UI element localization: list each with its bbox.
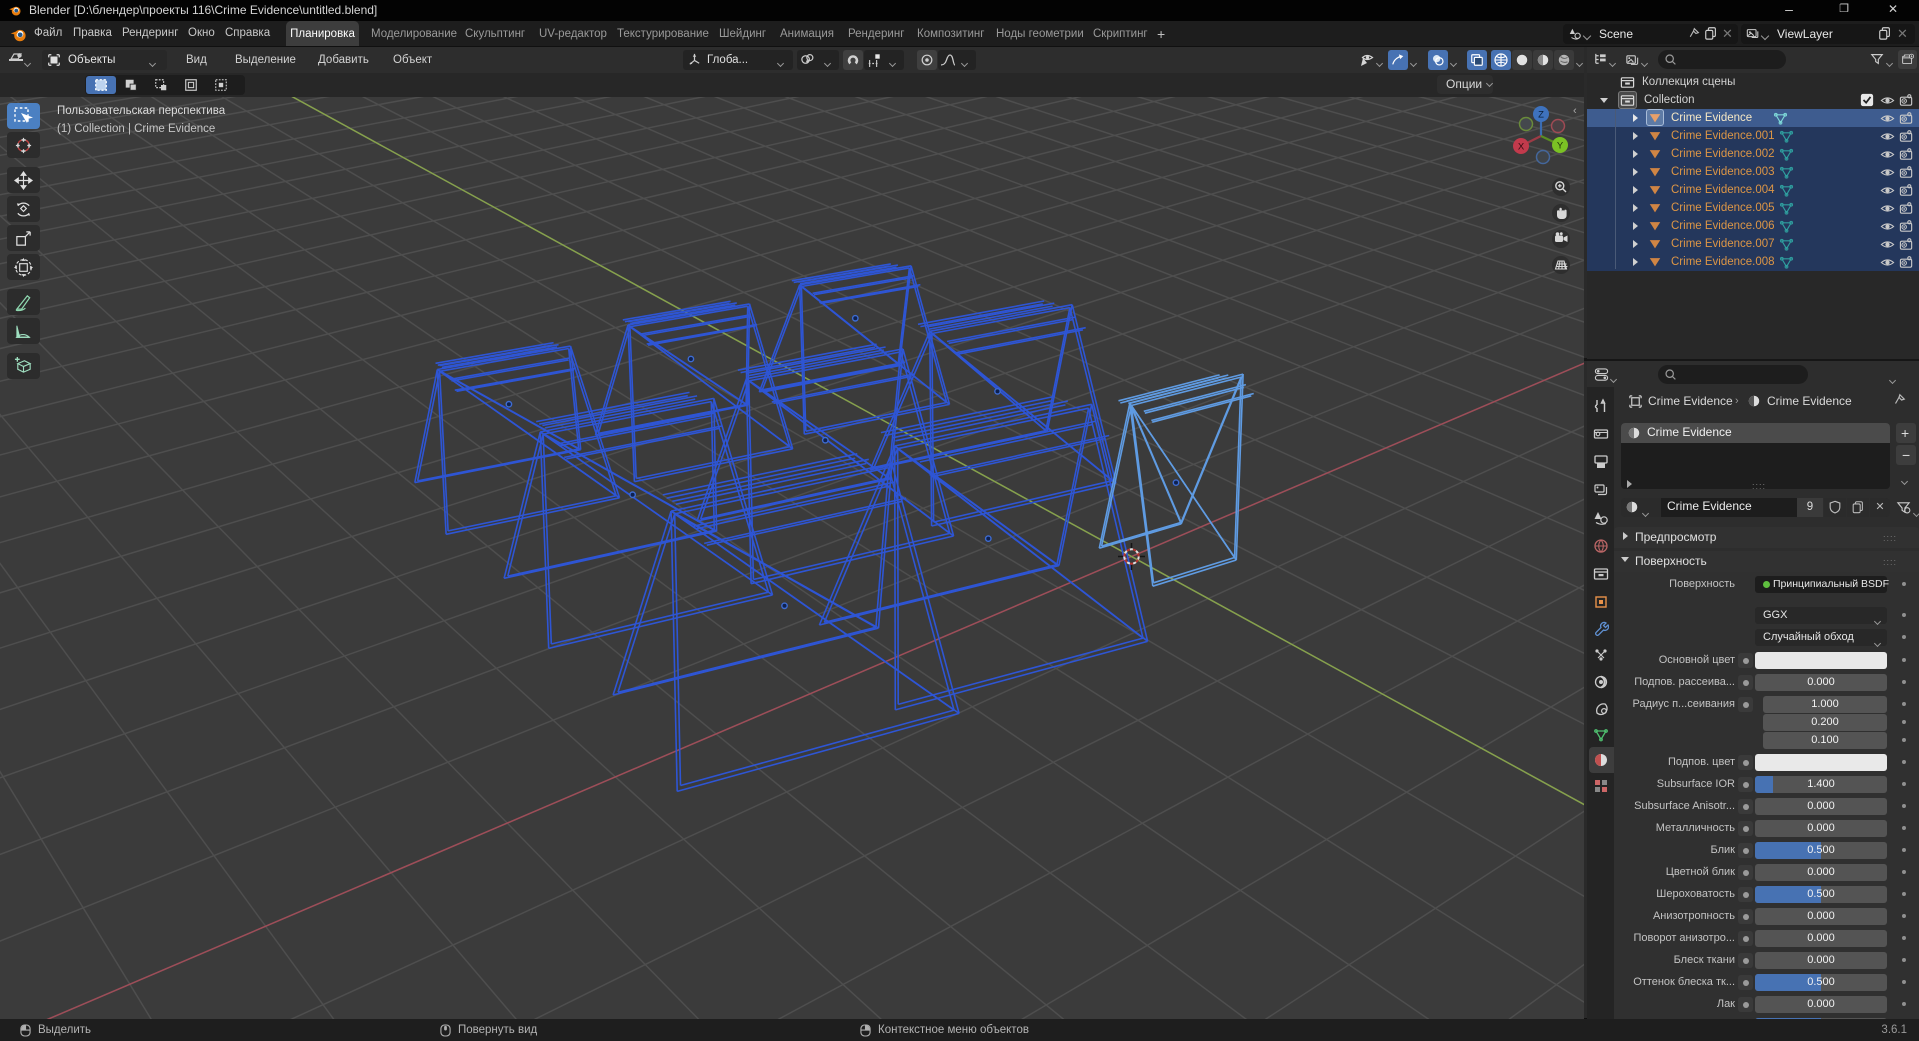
- svg-text:X: X: [1518, 142, 1525, 153]
- svg-text:Z: Z: [1538, 110, 1544, 121]
- svg-text:Y: Y: [1557, 141, 1564, 152]
